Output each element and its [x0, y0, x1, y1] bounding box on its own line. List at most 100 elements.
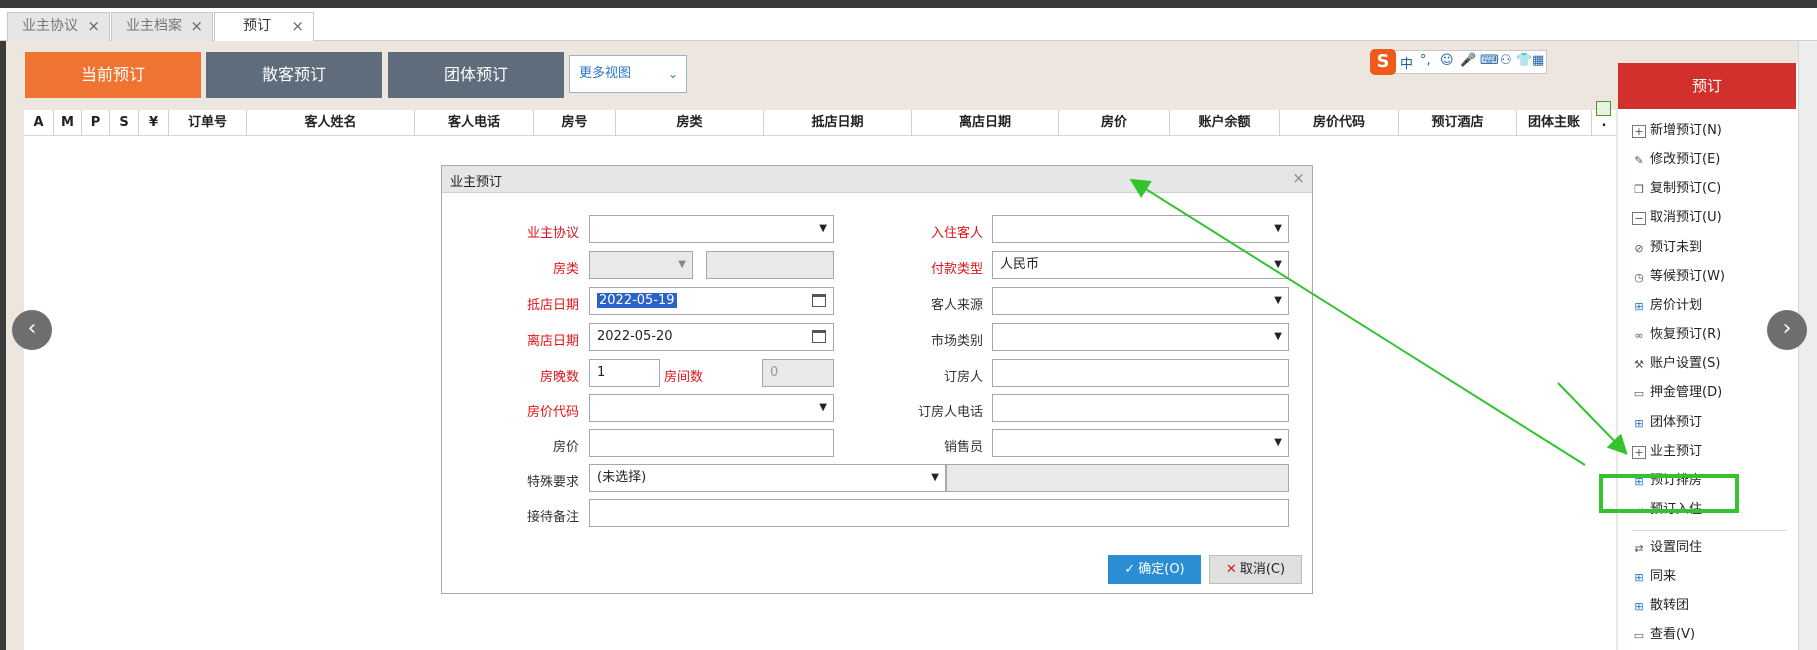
group-reservation-button[interactable]: 团体预订: [388, 52, 564, 98]
column-header[interactable]: 抵店日期: [764, 110, 912, 136]
remarks-input[interactable]: [589, 499, 1289, 527]
column-header[interactable]: A: [24, 110, 54, 136]
column-header[interactable]: P: [82, 110, 110, 136]
caret-down-icon: ▼: [931, 472, 939, 483]
minus-box-icon: −: [1632, 212, 1646, 225]
sidebar-item-deposit[interactable]: ▭ 押金管理(D): [1632, 383, 1722, 403]
cancel-label: 取消(C): [1239, 562, 1286, 577]
ime-emoji-icon[interactable]: ☺: [1440, 53, 1454, 68]
ime-punct-icon[interactable]: °,: [1420, 53, 1431, 68]
ok-button[interactable]: ✓ 确定(O): [1108, 555, 1201, 584]
departure-label: 离店日期: [526, 334, 579, 349]
sidebar-item-restore[interactable]: ∞ 恢复预订(R): [1632, 325, 1721, 345]
cancel-button[interactable]: ✕ 取消(C): [1209, 555, 1302, 584]
ime-menu-icon[interactable]: ▦: [1532, 53, 1544, 68]
rate-code-select[interactable]: ▼: [589, 394, 834, 422]
sidebar-item-label: 散转团: [1650, 598, 1690, 613]
dialog-titlebar[interactable]: 业主预订 ×: [442, 166, 1312, 193]
rooms-input: 0: [762, 359, 834, 387]
close-icon[interactable]: ×: [291, 13, 304, 40]
grid-icon: ⊞: [1634, 571, 1644, 584]
sidebar-item-edit[interactable]: ✎ 修改预订(E): [1632, 150, 1720, 170]
column-header[interactable]: 房号: [534, 110, 616, 136]
restore-icon: ∞: [1634, 329, 1644, 342]
sidebar-item-walkin-to-group[interactable]: ⊞ 散转团: [1632, 596, 1689, 616]
sidebar-item-label: 恢复预订(R): [1650, 327, 1722, 342]
ime-toolbar[interactable]: S 中 °, ☺ 🎤 ⌨ ⚇ 👕 ▦: [1370, 49, 1547, 75]
column-header[interactable]: M: [54, 110, 82, 136]
left-edge: [0, 41, 6, 650]
payment-value: 人民币: [1000, 257, 1040, 272]
sidebar-item-owner-reservation[interactable]: + 业主预订: [1632, 442, 1702, 462]
copy-icon: ❐: [1634, 183, 1644, 196]
ime-chinese-icon[interactable]: 中: [1400, 53, 1413, 72]
ime-user-icon[interactable]: ⚇: [1500, 53, 1512, 68]
booker-phone-input[interactable]: [992, 394, 1289, 422]
sidebar-item-label: 团体预订: [1650, 415, 1703, 430]
column-header[interactable]: 房类: [616, 110, 764, 136]
sidebar-item-cancel[interactable]: − 取消预订(U): [1632, 208, 1722, 228]
departure-date-input[interactable]: 2022-05-20: [589, 323, 834, 351]
room-type-select[interactable]: ▼: [589, 251, 693, 279]
sidebar-item-new[interactable]: + 新增预订(N): [1632, 121, 1722, 141]
column-header[interactable]: 房价: [1059, 110, 1170, 136]
column-header[interactable]: S: [110, 110, 139, 136]
sidebar-item-waitlist[interactable]: ◷ 等候预订(W): [1632, 267, 1725, 287]
close-icon[interactable]: ×: [1292, 169, 1305, 187]
sales-label: 销售员: [943, 440, 983, 455]
booker-phone-label: 订房人电话: [917, 405, 983, 420]
rate-code-label: 房价代码: [526, 405, 579, 420]
arrival-date-input[interactable]: 2022-05-19: [589, 287, 834, 315]
prev-arrow-button[interactable]: ‹: [12, 310, 52, 350]
sidebar-item-account-settings[interactable]: ⚒ 账户设置(S): [1632, 354, 1720, 374]
calendar-icon[interactable]: [812, 294, 826, 307]
booker-input[interactable]: [992, 359, 1289, 387]
guest-select[interactable]: ▼: [992, 215, 1289, 243]
rate-input[interactable]: [589, 429, 834, 457]
column-header[interactable]: 房价代码: [1280, 110, 1399, 136]
ime-mic-icon[interactable]: 🎤: [1460, 53, 1476, 68]
special-label: 特殊要求: [526, 475, 579, 490]
column-header[interactable]: 账户余额: [1170, 110, 1280, 136]
special-request-select[interactable]: (未选择) ▼: [589, 464, 946, 492]
payment-select[interactable]: 人民币 ▼: [992, 251, 1289, 279]
export-icon[interactable]: [1596, 101, 1611, 116]
column-header[interactable]: 离店日期: [912, 110, 1059, 136]
tab-owner-profile[interactable]: 业主档案 ×: [111, 12, 213, 41]
arrival-value: 2022-05-19: [597, 293, 677, 308]
rooms-label: 房间数: [663, 370, 703, 385]
sidebar-item-view[interactable]: ▭ 查看(V): [1632, 625, 1695, 645]
column-header[interactable]: 团体主账: [1517, 110, 1592, 136]
current-reservation-button[interactable]: 当前预订: [25, 52, 201, 98]
sidebar-item-copy[interactable]: ❐ 复制预订(C): [1632, 179, 1721, 199]
sidebar-item-label: 设置同住: [1650, 540, 1703, 555]
column-header[interactable]: 预订酒店: [1399, 110, 1517, 136]
close-icon[interactable]: ×: [87, 13, 100, 40]
ime-skin-icon[interactable]: 👕: [1516, 53, 1532, 68]
close-icon[interactable]: ×: [190, 13, 203, 40]
more-views-select[interactable]: 更多视图 ⌄: [569, 55, 687, 93]
column-header[interactable]: 客人姓名: [247, 110, 415, 136]
sidebar-item-rate-plan[interactable]: ⊞ 房价计划: [1632, 296, 1702, 316]
vertical-scrollbar[interactable]: [1798, 41, 1817, 650]
sidebar-item-share-room[interactable]: ⇄ 设置同住: [1632, 538, 1702, 558]
tab-owner-agreement[interactable]: 业主协议 ×: [7, 12, 110, 41]
column-header[interactable]: ¥: [139, 110, 169, 136]
ime-keyboard-icon[interactable]: ⌨: [1480, 53, 1499, 68]
market-select[interactable]: ▼: [992, 323, 1289, 351]
plus-box-icon: +: [1632, 446, 1646, 459]
sidebar-item-noshow[interactable]: ⊘ 预订未到: [1632, 238, 1702, 258]
highlight-box: [1599, 474, 1739, 513]
agreement-select[interactable]: ▼: [589, 215, 834, 243]
sales-select[interactable]: ▼: [992, 429, 1289, 457]
sidebar-item-come-together[interactable]: ⊞ 同来: [1632, 567, 1676, 587]
column-header[interactable]: 订单号: [169, 110, 247, 136]
next-arrow-button[interactable]: ›: [1767, 310, 1807, 350]
sidebar-item-label: 新增预订(N): [1650, 123, 1722, 138]
column-header[interactable]: 客人电话: [415, 110, 534, 136]
walkin-reservation-button[interactable]: 散客预订: [206, 52, 382, 98]
tab-reservation[interactable]: 预订 ×: [214, 12, 314, 42]
source-select[interactable]: ▼: [992, 287, 1289, 315]
sidebar-item-group[interactable]: ⊞ 团体预订: [1632, 413, 1702, 433]
calendar-icon[interactable]: [812, 330, 826, 343]
